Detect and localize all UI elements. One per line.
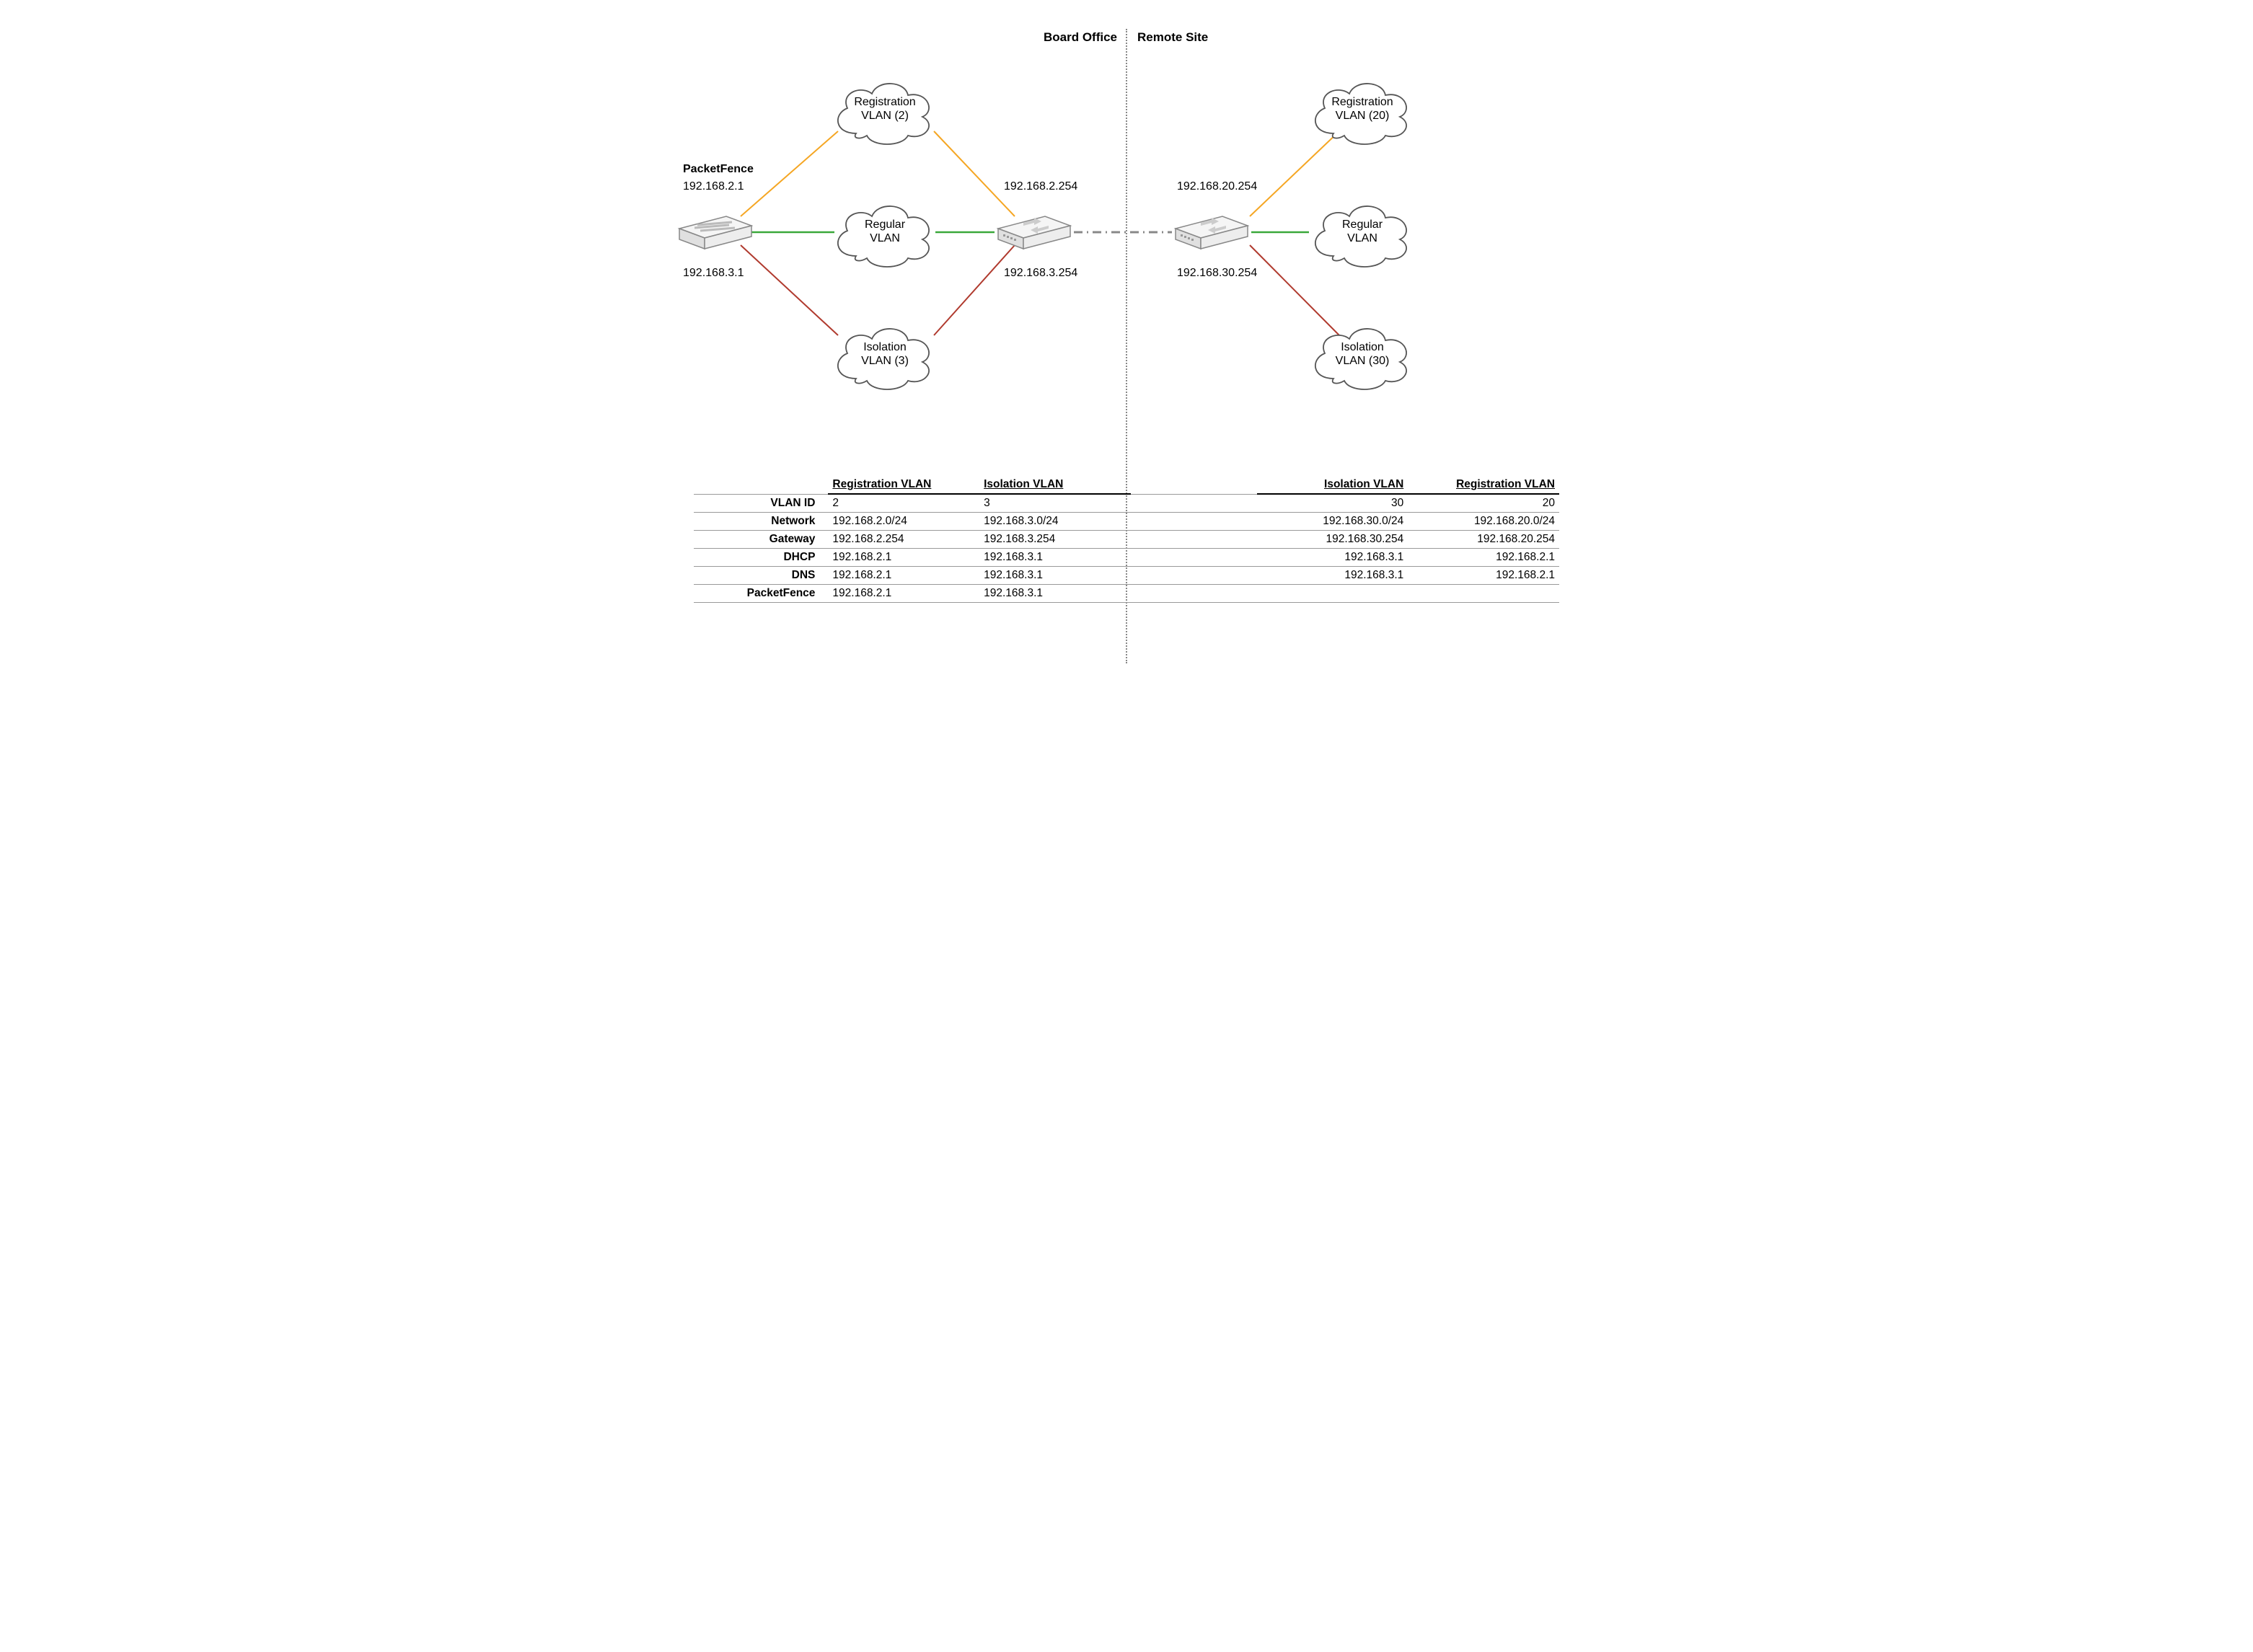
left-switch-icon — [995, 213, 1074, 252]
left-iso-cloud-label: Isolation VLAN (3) — [827, 340, 943, 368]
cell — [1408, 585, 1559, 603]
table-row: DHCP 192.168.2.1 192.168.3.1 192.168.3.1… — [694, 549, 1559, 567]
cell: 192.168.2.1 — [828, 585, 979, 603]
right-regular-cloud-label: Regular VLAN — [1305, 218, 1420, 245]
cell: 192.168.2.0/24 — [828, 513, 979, 531]
right-iso-cloud-label: Isolation VLAN (30) — [1305, 340, 1420, 368]
table-row: PacketFence 192.168.2.1 192.168.3.1 — [694, 585, 1559, 603]
text-line: Isolation — [863, 341, 907, 353]
row-label: VLAN ID — [694, 494, 828, 513]
left-iso-cloud: Isolation VLAN (3) — [827, 317, 943, 389]
row-label: DHCP — [694, 549, 828, 567]
text-line: Isolation — [1341, 341, 1384, 353]
col-head-reg-r: Registration VLAN — [1408, 476, 1559, 494]
diagram-canvas: Board Office Remote Site PacketFence 192… — [676, 14, 1577, 678]
left-switch-ip-2: 192.168.3.254 — [1004, 267, 1077, 280]
left-switch-ip-1: 192.168.2.254 — [1004, 180, 1077, 193]
table-row: DNS 192.168.2.1 192.168.3.1 192.168.3.1 … — [694, 567, 1559, 585]
row-label: Network — [694, 513, 828, 531]
cell: 192.168.30.254 — [1257, 531, 1408, 549]
cell — [1257, 585, 1408, 603]
server-ip-1: 192.168.2.1 — [683, 180, 744, 193]
cell: 192.168.2.1 — [828, 549, 979, 567]
table-row: VLAN ID 2 3 30 20 — [694, 494, 1559, 513]
cell: 2 — [828, 494, 979, 513]
col-head-reg-l: Registration VLAN — [828, 476, 979, 494]
row-label: Gateway — [694, 531, 828, 549]
server-icon — [676, 213, 755, 252]
right-reg-cloud: Registration VLAN (20) — [1305, 72, 1420, 144]
section-label-left: Board Office — [1044, 30, 1117, 45]
table-row: Gateway 192.168.2.254 192.168.3.254 192.… — [694, 531, 1559, 549]
right-switch-ip-2: 192.168.30.254 — [1177, 267, 1257, 280]
text-line: VLAN (2) — [861, 110, 909, 122]
col-head-iso-l: Isolation VLAN — [979, 476, 1131, 494]
table-row: Network 192.168.2.0/24 192.168.3.0/24 19… — [694, 513, 1559, 531]
cell: 192.168.2.1 — [1408, 549, 1559, 567]
right-switch-ip-1: 192.168.20.254 — [1177, 180, 1257, 193]
cell: 192.168.3.0/24 — [979, 513, 1131, 531]
server-ip-2: 192.168.3.1 — [683, 267, 744, 280]
text-line: VLAN — [1347, 232, 1377, 244]
cell: 192.168.20.254 — [1408, 531, 1559, 549]
cell: 20 — [1408, 494, 1559, 513]
cell: 192.168.3.1 — [1257, 549, 1408, 567]
cell: 3 — [979, 494, 1131, 513]
row-label: DNS — [694, 567, 828, 585]
cell: 192.168.3.1 — [979, 585, 1131, 603]
text-line: Regular — [865, 218, 905, 231]
cell: 192.168.2.1 — [828, 567, 979, 585]
text-line: VLAN (30) — [1336, 355, 1390, 367]
right-iso-cloud: Isolation VLAN (30) — [1305, 317, 1420, 389]
section-label-right: Remote Site — [1137, 30, 1208, 45]
right-reg-cloud-label: Registration VLAN (20) — [1305, 95, 1420, 123]
left-reg-cloud: Registration VLAN (2) — [827, 72, 943, 144]
left-regular-cloud: Regular VLAN — [827, 195, 943, 267]
row-label: PacketFence — [694, 585, 828, 603]
text-line: VLAN (3) — [861, 355, 909, 367]
cell: 30 — [1257, 494, 1408, 513]
cell: 192.168.30.0/24 — [1257, 513, 1408, 531]
right-switch-icon — [1172, 213, 1251, 252]
cell: 192.168.2.254 — [828, 531, 979, 549]
vlan-table: Registration VLAN Isolation VLAN Isolati… — [694, 476, 1559, 603]
cell: 192.168.3.1 — [1257, 567, 1408, 585]
text-line: VLAN — [870, 232, 900, 244]
text-line: Regular — [1342, 218, 1383, 231]
text-line: Registration — [854, 96, 915, 108]
server-title: PacketFence — [683, 163, 754, 176]
text-line: VLAN (20) — [1336, 110, 1390, 122]
text-line: Registration — [1331, 96, 1393, 108]
col-head-iso-r: Isolation VLAN — [1257, 476, 1408, 494]
cell: 192.168.3.1 — [979, 567, 1131, 585]
cell: 192.168.3.254 — [979, 531, 1131, 549]
cell: 192.168.20.0/24 — [1408, 513, 1559, 531]
left-reg-cloud-label: Registration VLAN (2) — [827, 95, 943, 123]
left-regular-cloud-label: Regular VLAN — [827, 218, 943, 245]
cell: 192.168.2.1 — [1408, 567, 1559, 585]
right-regular-cloud: Regular VLAN — [1305, 195, 1420, 267]
cell: 192.168.3.1 — [979, 549, 1131, 567]
